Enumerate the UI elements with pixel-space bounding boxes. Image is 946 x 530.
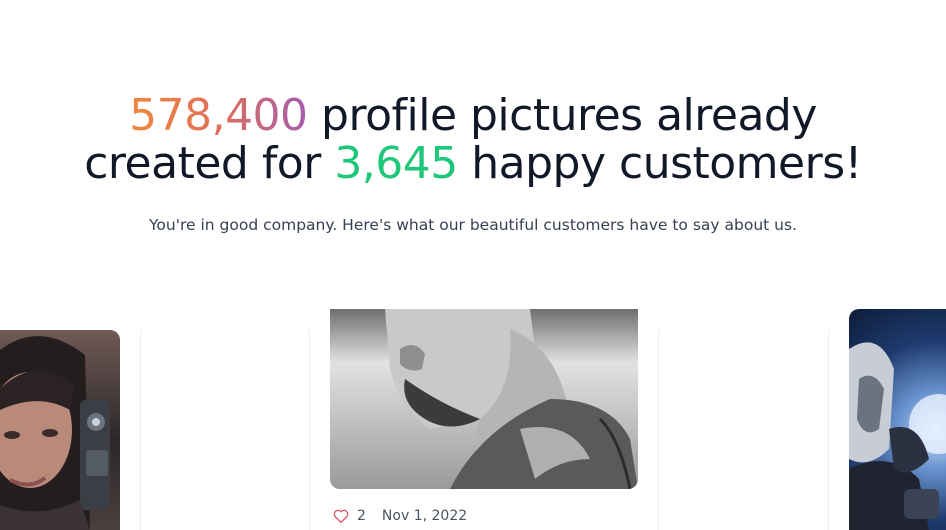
subheadline: You're in good company. Here's what our …	[149, 216, 797, 234]
testimonial-meta: 2 Nov 1, 2022	[332, 506, 467, 526]
carousel-divider	[828, 330, 829, 530]
like-count: 2	[357, 508, 366, 524]
profile-pictures-count: 578,400	[129, 90, 308, 141]
woman-portrait-illustration	[0, 336, 110, 530]
testimonial-photo-robot[interactable]	[849, 309, 946, 530]
headline-text-2: created for	[84, 138, 335, 189]
heart-icon[interactable]	[332, 507, 350, 525]
testimonial-photo-man[interactable]	[330, 309, 638, 489]
headline: 578,400 profile pictures already created…	[0, 92, 946, 188]
headline-text-3: happy customers!	[457, 138, 862, 189]
testimonial-photo-woman[interactable]	[0, 330, 120, 530]
customer-count: 3,645	[334, 138, 458, 189]
carousel-divider	[658, 330, 659, 530]
post-date: Nov 1, 2022	[381, 508, 468, 524]
man-portrait-illustration	[330, 309, 638, 489]
carousel-divider	[140, 330, 141, 530]
robot-portrait-illustration	[849, 342, 946, 530]
headline-text-1: profile pictures already	[307, 90, 817, 141]
